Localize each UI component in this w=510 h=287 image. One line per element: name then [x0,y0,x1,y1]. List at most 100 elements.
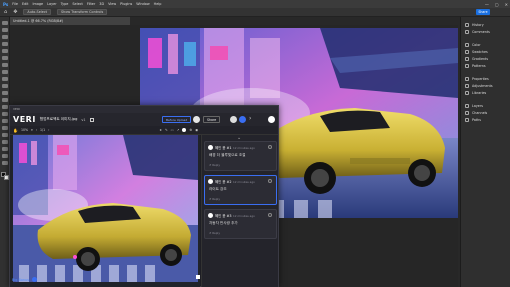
page-indicator: 1/1 [39,128,46,132]
document-tab[interactable]: Untitled-1 @ 66.7% (RGB/8#) [10,17,130,25]
auto-select-checkbox[interactable]: Auto-Select [23,9,52,15]
marquee-tool-icon[interactable] [2,28,8,32]
dock-item-channels[interactable]: Channels [465,111,487,115]
quick-select-tool-icon[interactable] [2,42,8,46]
rectangle-icon[interactable]: ▭ [171,128,174,132]
dock-item-layers[interactable]: Layers [465,104,483,108]
resolve-icon[interactable] [268,213,272,217]
gradients-icon [465,57,469,61]
dock-item-swatches[interactable]: Swatches [465,50,488,54]
move-tool-icon[interactable] [2,21,8,25]
menu-window[interactable]: Window [136,2,149,6]
menu-edit[interactable]: Edit [22,2,29,6]
color-square-icon[interactable] [196,275,200,279]
maximize-icon[interactable]: ▢ [495,2,499,7]
home-icon[interactable]: ⌂ [4,9,7,15]
app-logo-icon[interactable]: Ps [3,2,8,7]
arrow-icon[interactable]: ↗ [177,128,180,132]
menu-3d[interactable]: 3D [99,2,104,6]
hand-icon[interactable]: ✋ [13,128,18,133]
eye-icon[interactable]: ◉ [195,128,198,132]
menu-layer[interactable]: Layer [47,2,56,6]
chevron-down-icon[interactable]: ▾ [31,128,33,132]
eyedropper-tool-icon[interactable] [2,63,8,67]
comment-author: 혜인 윤 #1 [215,146,232,150]
zoom-level[interactable]: 10% [21,128,28,132]
prev-page-icon[interactable]: ‹ [36,128,37,132]
reply-link[interactable]: ↺ Reply [209,197,220,201]
next-page-icon[interactable]: › [48,128,49,132]
dock-item-paths[interactable]: Paths [465,118,481,122]
hand-tool-icon[interactable] [2,154,8,158]
share-button[interactable]: Share [476,9,490,15]
frame-tool-icon[interactable] [2,56,8,60]
gradient-tool-icon[interactable] [2,105,8,109]
comment-text: 라이트 강조 [209,187,227,191]
resolve-icon[interactable] [268,179,272,183]
color-dot-icon[interactable] [182,128,187,132]
version-selector[interactable]: v1 [81,118,85,122]
veri-street-car-artwork [13,135,198,282]
shape-tool-icon[interactable] [2,147,8,151]
veri-window-title[interactable]: VERI [10,106,278,113]
menu-type[interactable]: Type [61,2,69,6]
dock-item-gradients[interactable]: Gradients [465,57,488,61]
dock-item-properties[interactable]: Properties [465,77,489,81]
lasso-tool-icon[interactable] [2,35,8,39]
paths-icon [465,118,469,122]
eraser-tool-icon[interactable] [2,98,8,102]
menu-image[interactable]: Image [33,2,44,6]
transform-controls-checkbox[interactable]: Show Transform Controls [57,9,108,15]
pen-tool-icon[interactable] [2,126,8,130]
pen-icon[interactable]: ✎ [165,128,168,132]
layers-icon [465,104,469,108]
share-button[interactable]: Share [203,116,221,123]
veri-plugin-window: VERI VERI 협업프로젝트 이미지.jpg v1 Before Uploa… [9,105,279,287]
before-upload-button[interactable]: Before Upload [162,116,192,123]
path-select-tool-icon[interactable] [2,140,8,144]
stamp-tool-icon[interactable] [2,84,8,88]
blur-tool-icon[interactable] [2,112,8,116]
comment-card[interactable]: 혜인 윤 #1 12 minutes ago 배경 더 블루빛으로 조절 ↺ R… [204,141,277,171]
dock-item-adjustments[interactable]: Adjustments [465,84,493,88]
avatar-circle-1[interactable] [230,116,237,123]
veri-canvas[interactable]: Big Bonus [10,135,200,287]
comment-card[interactable]: 혜인 윤 #3 12 minutes ago 자동차 반사광 추가 ↺ Repl… [204,209,277,239]
user-avatar[interactable] [193,116,200,123]
menu-plugins[interactable]: Plugins [120,2,132,6]
big-bonus-button[interactable]: Big Bonus [12,276,37,283]
reply-link[interactable]: ↺ Reply [209,231,220,235]
type-tool-icon[interactable] [2,133,8,137]
split-view-icon[interactable] [89,117,94,122]
dock-item-color[interactable]: Color [465,43,481,47]
minimize-icon[interactable]: — [485,2,489,7]
avatar-circle-2[interactable] [239,116,246,123]
dock-item-comments[interactable]: Comments [465,30,490,34]
menu-file[interactable]: File [12,2,18,6]
dodge-tool-icon[interactable] [2,119,8,123]
profile-avatar[interactable] [268,116,275,123]
close-icon[interactable]: ✕ [505,2,508,7]
zoom-tool-icon[interactable] [2,161,8,165]
resolve-icon[interactable] [268,145,272,149]
comment-card[interactable]: 혜인 윤 #2 12 minutes ago 라이트 강조 ↺ Reply [204,175,277,205]
chevron-right-icon[interactable]: › [249,115,251,122]
brush-tool-icon[interactable] [2,77,8,81]
menu-select[interactable]: Select [72,2,82,6]
window-controls: — ▢ ✕ [485,0,508,8]
dock-item-libraries[interactable]: Libraries [465,91,486,95]
crop-tool-icon[interactable] [2,49,8,53]
veri-preview-image[interactable] [13,135,198,282]
dock-item-patterns[interactable]: Patterns [465,64,486,68]
reply-link[interactable]: ↺ Reply [209,163,220,167]
adjustments-icon [465,84,469,88]
dock-item-history[interactable]: History [465,23,484,27]
healing-tool-icon[interactable] [2,70,8,74]
history-brush-tool-icon[interactable] [2,91,8,95]
settings-icon[interactable]: ⚙ [189,128,192,132]
menu-view[interactable]: View [108,2,116,6]
menu-help[interactable]: Help [154,2,162,6]
move-tool-icon[interactable]: ✥ [13,9,17,15]
menu-filter[interactable]: Filter [87,2,95,6]
pointer-icon[interactable]: ➤ [159,128,162,132]
